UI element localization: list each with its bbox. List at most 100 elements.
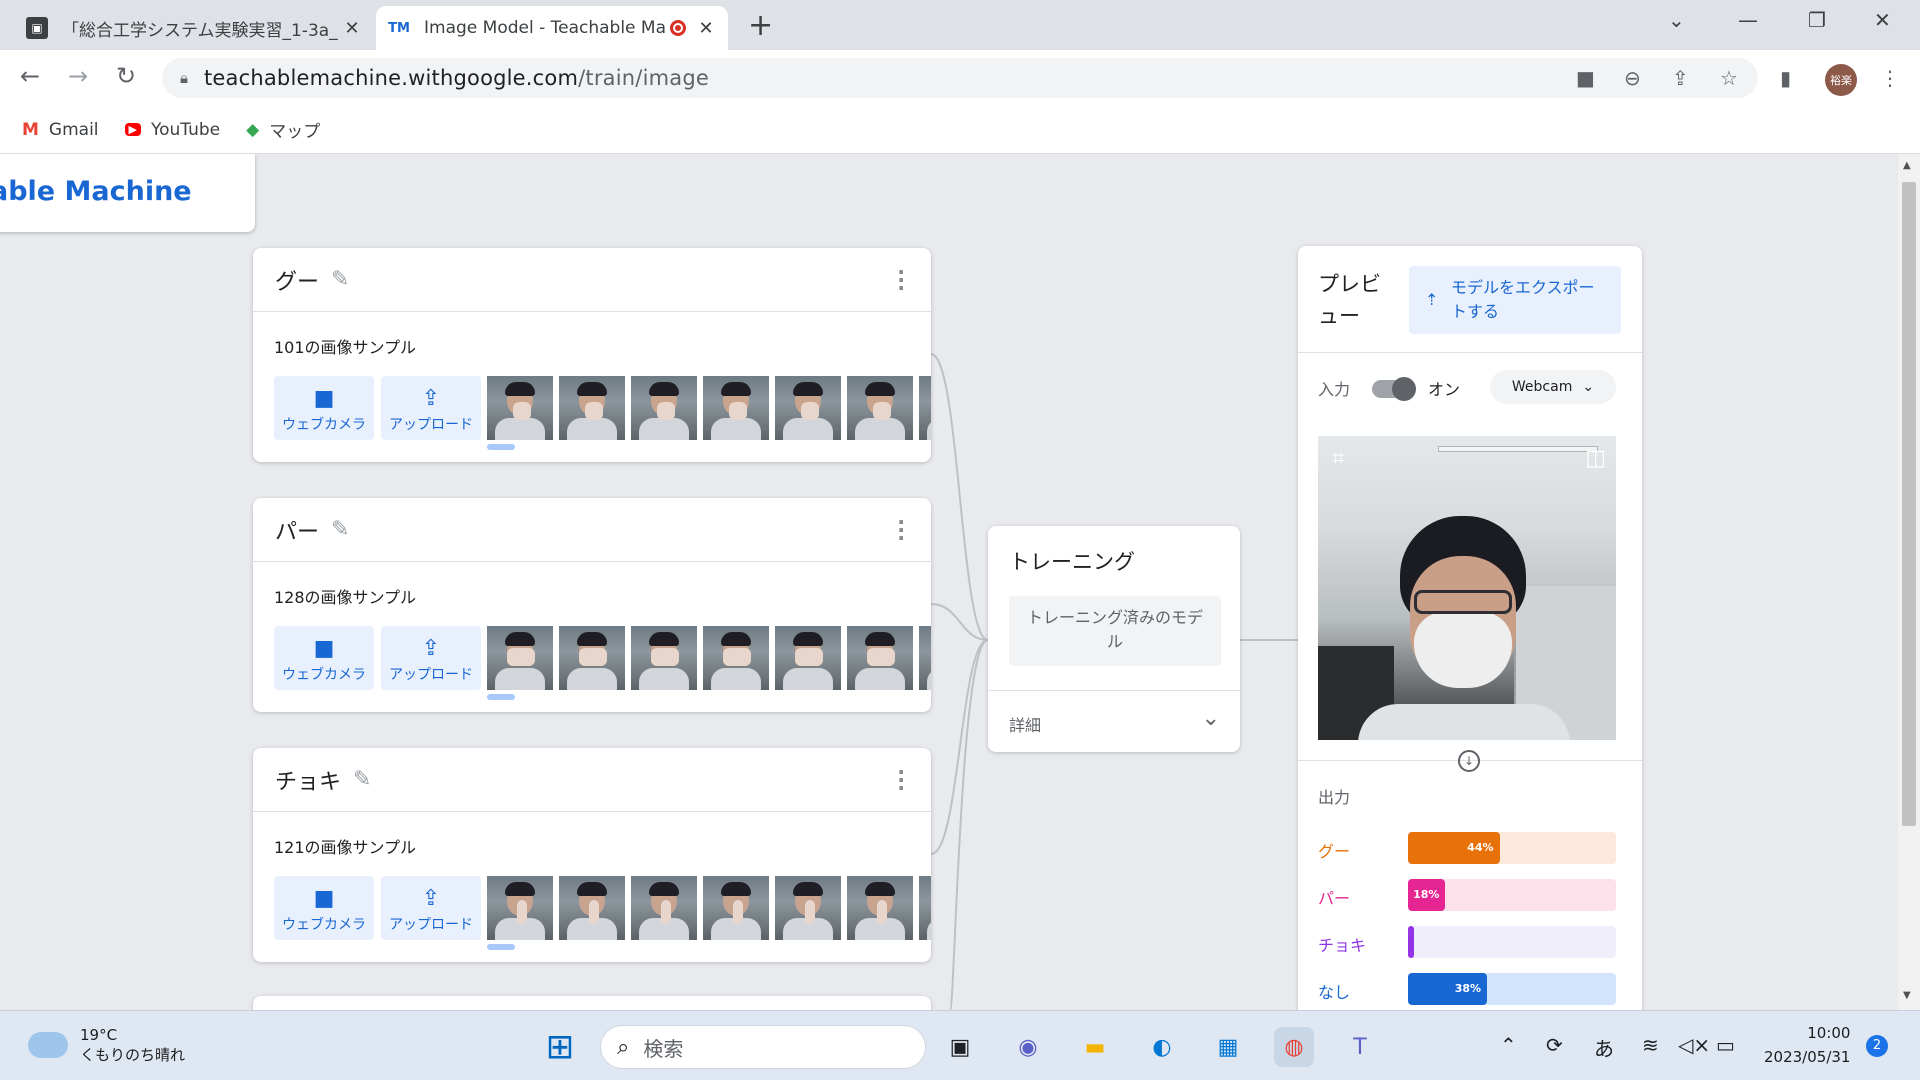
arrow-down-icon[interactable]: ↓ <box>1458 750 1480 772</box>
file-explorer-icon[interactable]: ▬ <box>1075 1027 1115 1067</box>
kebab-menu-icon[interactable]: · · · <box>897 262 905 298</box>
class-name[interactable]: グー <box>275 264 319 296</box>
zoom-icon[interactable]: ⊖ <box>1624 66 1641 90</box>
notification-badge[interactable]: 2 <box>1866 1035 1888 1057</box>
bookmark-gmail[interactable]: M Gmail <box>22 120 99 140</box>
scrollbar-thumb[interactable] <box>1902 182 1916 826</box>
trained-model-button[interactable]: トレーニング済みのモデル <box>1009 596 1221 666</box>
store-icon[interactable]: ▦ <box>1208 1027 1248 1067</box>
thumbnail-scrollbar[interactable] <box>487 444 515 450</box>
class-name[interactable]: パー <box>275 514 319 546</box>
menu-icon[interactable]: ⋮ <box>1880 66 1900 90</box>
webcam-button[interactable]: ■ ウェブカメラ <box>274 626 374 690</box>
back-icon[interactable]: ← <box>20 62 40 90</box>
bookmark-star-icon[interactable]: ☆ <box>1720 66 1738 90</box>
confidence-fill: 18% <box>1408 879 1446 911</box>
tab-course[interactable]: ▣ 「総合工学システム実験実習_1-3a_ ✕ <box>14 6 374 50</box>
thumbnail-scrollbar[interactable] <box>487 694 515 700</box>
weather-desc: くもりのち晴れ <box>80 1046 186 1064</box>
output-label: 出力 <box>1318 788 1351 807</box>
taskbar-search[interactable]: ⌕ 検索 <box>600 1025 926 1069</box>
upload-button[interactable]: ⇪ アップロード <box>381 876 481 940</box>
weather-widget[interactable]: 19°C くもりのち晴れ <box>28 1025 185 1065</box>
scroll-down-icon[interactable]: ▼ <box>1903 990 1911 1001</box>
time: 10:00 <box>1807 1024 1851 1042</box>
thumbnail-scrollbar[interactable] <box>487 944 515 950</box>
bookmark-label: Gmail <box>48 119 99 140</box>
sample-thumbnails[interactable] <box>487 626 931 690</box>
edge-icon[interactable]: ◐ <box>1142 1027 1182 1067</box>
webcam-button[interactable]: ■ ウェブカメラ <box>274 876 374 940</box>
task-view-icon[interactable]: ▣ <box>940 1027 980 1067</box>
source-select[interactable]: Webcam ⌄ <box>1490 370 1616 404</box>
tab-teachable-machine[interactable]: TM Image Model - Teachable Ma ✕ <box>376 6 728 50</box>
tab-search-icon[interactable]: ⌄ <box>1668 8 1685 32</box>
chevron-down-icon[interactable]: ⌄ <box>1202 706 1220 731</box>
input-label: 入力 <box>1318 380 1351 399</box>
share-icon[interactable]: ⇪ <box>1672 66 1689 90</box>
bookmark-maps[interactable]: ◆ マップ <box>246 117 320 143</box>
sample-thumbnails[interactable] <box>487 376 931 440</box>
video-camera-icon: ■ <box>313 386 335 411</box>
reload-icon[interactable]: ↻ <box>116 62 136 90</box>
export-model-button[interactable]: ⇡ モデルをエクスポートする <box>1409 266 1621 334</box>
preview-panel: プレビュー ⇡ モデルをエクスポートする 入力 オン Webcam ⌄ ⌗ ◫ ↓… <box>1298 246 1642 1010</box>
crop-icon[interactable]: ⌗ <box>1332 446 1344 471</box>
windows-start-icon[interactable]: ⊞ <box>540 1027 580 1067</box>
edit-pencil-icon[interactable]: ✎ <box>353 767 371 792</box>
sample-thumbnails[interactable] <box>487 876 931 940</box>
button-label: ウェブカメラ <box>282 667 366 683</box>
input-toggle[interactable] <box>1372 377 1416 401</box>
button-label: アップロード <box>389 417 473 433</box>
class-name[interactable]: チョキ <box>275 764 341 796</box>
address-bar[interactable]: 🔒︎ teachablemachine.withgoogle.com/train… <box>162 58 1758 98</box>
close-tab-icon[interactable]: ✕ <box>342 18 362 39</box>
confidence-bar: 38% <box>1408 973 1616 1005</box>
add-class-card[interactable] <box>253 996 931 1010</box>
kebab-menu-icon[interactable]: · · · <box>897 762 905 798</box>
wifi-icon[interactable]: ≋ <box>1642 1033 1659 1057</box>
clock[interactable]: 10:00 2023/05/31 <box>1764 1021 1850 1069</box>
scroll-up-icon[interactable]: ▲ <box>1903 160 1911 171</box>
button-label: ウェブカメラ <box>282 417 366 433</box>
upload-button[interactable]: ⇪ アップロード <box>381 626 481 690</box>
confidence-bar: 18% <box>1408 879 1616 911</box>
teams-icon[interactable]: T <box>1340 1027 1380 1067</box>
ime-indicator[interactable]: あ <box>1594 1033 1614 1062</box>
confidence-fill: 44% <box>1408 832 1500 864</box>
minimize-button[interactable]: — <box>1738 8 1758 32</box>
windows-taskbar: 19°C くもりのち晴れ ⊞ ⌕ 検索 ▣ ◉ ▬ ◐ ▦ ◍ T ⌃ ⟳ あ ≋ … <box>0 1010 1920 1080</box>
upload-button[interactable]: ⇪ アップロード <box>381 376 481 440</box>
confidence-fill <box>1408 926 1414 958</box>
sample-count: 121の画像サンプル <box>274 838 417 857</box>
avatar[interactable]: 裕楽 <box>1825 64 1857 96</box>
video-camera-icon: ■ <box>313 886 335 911</box>
restore-button[interactable]: ❐ <box>1808 8 1826 32</box>
training-title: トレーニング <box>1009 550 1135 574</box>
side-panel-icon[interactable]: ▮ <box>1780 66 1791 90</box>
edit-pencil-icon[interactable]: ✎ <box>331 267 349 292</box>
tab-title: Image Model - Teachable Ma <box>424 18 667 38</box>
new-tab-button[interactable]: + <box>748 8 773 43</box>
class-card-pa: パー ✎ · · · 128の画像サンプル ■ ウェブカメラ ⇪ アップロード <box>253 498 931 712</box>
webcam-button[interactable]: ■ ウェブカメラ <box>274 376 374 440</box>
class-card-choki: チョキ ✎ · · · 121の画像サンプル ■ ウェブカメラ ⇪ アップロード <box>253 748 931 962</box>
bookmark-youtube[interactable]: ▶ YouTube <box>124 120 220 140</box>
close-tab-icon[interactable]: ✕ <box>696 18 716 39</box>
forward-icon[interactable]: → <box>68 62 88 90</box>
speaker-muted-icon[interactable]: ◁× <box>1678 1033 1710 1057</box>
battery-icon[interactable]: ▭ <box>1716 1033 1735 1057</box>
chat-icon[interactable]: ◉ <box>1008 1027 1048 1067</box>
chrome-icon[interactable]: ◍ <box>1274 1027 1314 1067</box>
chevron-up-icon[interactable]: ⌃ <box>1500 1033 1517 1057</box>
sync-icon[interactable]: ⟳ <box>1546 1033 1563 1057</box>
page-scrollbar[interactable]: ▲ ▼ <box>1898 154 1920 1010</box>
flip-icon[interactable]: ◫ <box>1585 446 1606 471</box>
upload-icon: ⇪ <box>421 636 441 661</box>
close-window-button[interactable]: ✕ <box>1874 8 1891 32</box>
output-class-label: グー <box>1318 842 1351 861</box>
details-label[interactable]: 詳細 <box>1009 712 1041 736</box>
camera-icon[interactable]: ■ <box>1576 66 1595 90</box>
kebab-menu-icon[interactable]: · · · <box>897 512 905 548</box>
edit-pencil-icon[interactable]: ✎ <box>331 517 349 542</box>
